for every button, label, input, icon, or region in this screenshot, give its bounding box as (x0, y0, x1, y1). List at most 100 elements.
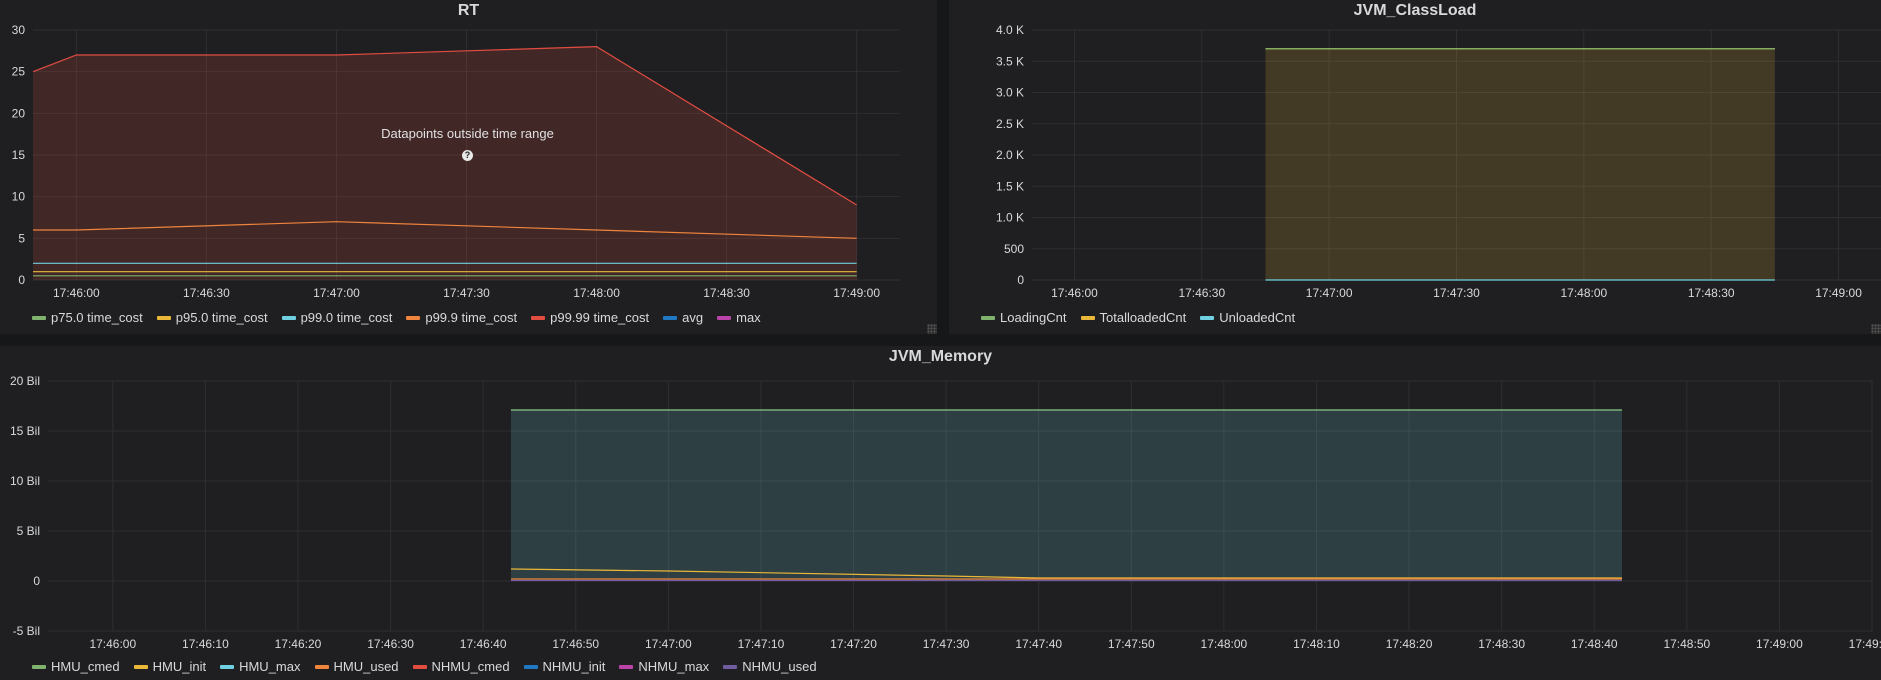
x-tick-label: 17:48:30 (1688, 286, 1735, 300)
x-tick-label: 17:47:10 (738, 637, 785, 651)
legend-label: NHMU_max (638, 659, 710, 674)
legend-item[interactable]: p99.99 time_cost (531, 310, 649, 325)
legend-item[interactable]: NHMU_cmed (412, 659, 510, 674)
x-tick-label: 17:46:00 (53, 286, 100, 300)
legend-item[interactable]: HMU_cmed (32, 659, 120, 674)
x-tick-label: 17:49:00 (833, 286, 880, 300)
legend-label: HMU_cmed (51, 659, 120, 674)
x-tick-label: 17:48:30 (1478, 637, 1525, 651)
legend-label: UnloadedCnt (1219, 310, 1296, 325)
legend-swatch (717, 315, 732, 320)
legend-item[interactable]: NHMU_max (619, 659, 709, 674)
legend-label: p75.0 time_cost (51, 310, 143, 325)
y-tick-label: 5 Bil (17, 524, 40, 538)
x-tick-label: 17:47:20 (830, 637, 877, 651)
x-tick-label: 17:46:00 (89, 637, 136, 651)
y-tick-label: 10 Bil (10, 474, 40, 488)
legend-item[interactable]: HMU_used (314, 659, 399, 674)
y-tick-label: 1.5 K (996, 179, 1024, 193)
x-tick-label: 17:48:00 (1201, 637, 1248, 651)
x-tick-label: 17:49:10 (1849, 637, 1881, 651)
legend-item[interactable]: UnloadedCnt (1200, 310, 1295, 325)
legend-item[interactable]: LoadingCnt (981, 310, 1067, 325)
x-tick-label: 17:47:30 (923, 637, 970, 651)
legend-label: HMU_init (152, 659, 207, 674)
x-tick-label: 17:49:00 (1756, 637, 1803, 651)
question-icon[interactable]: ? (462, 150, 473, 161)
rt-panel: RT 0 5 10 15 20 25 30 17:46:00 17:46:30 17:47:00 1… (0, 0, 937, 334)
y-tick-label: 30 (12, 23, 26, 37)
legend-label: p95.0 time_cost (175, 310, 268, 325)
resize-handle-icon[interactable] (1871, 324, 1881, 334)
classload-chart[interactable]: 0 500 1.0 K 1.5 K 2.0 K 2.5 K 3.0 K 3.5 K 4.0 K 1… (949, 0, 1881, 310)
note-text: Datapoints outside time range (381, 126, 554, 141)
legend-item[interactable]: p99.0 time_cost (281, 310, 393, 325)
legend-label: p99.9 time_cost (425, 310, 518, 325)
y-tick-label: 15 (12, 148, 26, 162)
outside-range-note: Datapoints outside time range ? (330, 126, 605, 161)
legend-item[interactable]: max (717, 310, 761, 325)
y-tick-label: 2.5 K (996, 117, 1024, 131)
y-tick-label: 10 (12, 190, 26, 204)
x-tick-label: 17:47:30 (1433, 286, 1480, 300)
x-tick-label: 17:47:30 (443, 286, 490, 300)
legend-swatch (32, 315, 46, 320)
x-tick-label: 17:47:00 (1306, 286, 1353, 300)
legend-label: TotalloadedCnt (1099, 310, 1187, 325)
legend-label: NHMU_cmed (431, 659, 510, 674)
legend-label: HMU_max (239, 659, 301, 674)
y-tick-label: 1.0 K (996, 211, 1024, 225)
legend-item[interactable]: avg (663, 310, 703, 325)
y-tick-label: 4.0 K (996, 23, 1024, 37)
y-tick-label: 25 (12, 65, 26, 79)
y-tick-label: 20 Bil (10, 374, 40, 388)
legend-item[interactable]: HMU_init (133, 659, 207, 674)
legend-swatch (523, 664, 538, 669)
x-tick-label: 17:49:00 (1815, 286, 1862, 300)
y-tick-label: 2.0 K (996, 148, 1024, 162)
legend-swatch (406, 315, 421, 320)
y-tick-label: 15 Bil (10, 424, 40, 438)
x-tick-label: 17:47:00 (645, 637, 692, 651)
legend-item[interactable]: p99.9 time_cost (406, 310, 517, 325)
y-tick-label: 500 (1004, 242, 1024, 256)
x-tick-label: 17:47:40 (1015, 637, 1062, 651)
y-tick-label: 5 (18, 231, 25, 245)
legend-item[interactable]: NHMU_init (523, 659, 605, 674)
resize-handle-icon[interactable] (927, 324, 937, 334)
legend-label: p99.0 time_cost (300, 310, 393, 325)
legend-swatch (531, 315, 546, 320)
classload-legend: LoadingCnt TotalloadedCnt UnloadedCnt (981, 310, 1309, 325)
x-tick-label: 17:46:10 (182, 637, 229, 651)
legend-item[interactable]: p95.0 time_cost (156, 310, 268, 325)
legend-label: NHMU_used (742, 659, 817, 674)
memory-panel: JVM_Memory -5 Bil 0 5 Bil 10 Bil 15 Bil 20 Bi… (0, 346, 1881, 680)
x-tick-label: 17:46:30 (183, 286, 230, 300)
legend-swatch (981, 315, 995, 320)
y-tick-label: 3.5 K (996, 54, 1024, 68)
x-tick-label: 17:46:00 (1051, 286, 1098, 300)
memory-legend: HMU_cmed HMU_init HMU_max HMU_used NHMU_cmed… (32, 659, 831, 674)
x-tick-label: 17:47:50 (1108, 637, 1155, 651)
legend-swatch (156, 315, 171, 320)
legend-item[interactable]: NHMU_used (723, 659, 817, 674)
legend-item[interactable]: HMU_max (220, 659, 301, 674)
legend-swatch (1080, 315, 1095, 320)
x-tick-label: 17:48:00 (1560, 286, 1607, 300)
legend-label: LoadingCnt (1000, 310, 1067, 325)
x-tick-label: 17:46:20 (275, 637, 322, 651)
y-tick-label: 0 (1017, 273, 1024, 287)
legend-item[interactable]: TotalloadedCnt (1080, 310, 1187, 325)
legend-swatch (133, 664, 148, 669)
y-tick-label: 3.0 K (996, 86, 1024, 100)
legend-label: avg (682, 310, 704, 325)
series-area (1265, 48, 1775, 280)
memory-chart[interactable]: -5 Bil 0 5 Bil 10 Bil 15 Bil 20 Bil 17:46:00 17… (0, 346, 1881, 656)
y-tick-label: 0 (18, 273, 25, 287)
x-tick-label: 17:48:30 (703, 286, 750, 300)
legend-swatch (281, 315, 296, 320)
legend-item[interactable]: p75.0 time_cost (32, 310, 143, 325)
rt-legend: p75.0 time_cost p95.0 time_cost p99.0 time… (32, 310, 775, 325)
x-tick-label: 17:48:20 (1386, 637, 1433, 651)
legend-swatch (663, 315, 678, 320)
